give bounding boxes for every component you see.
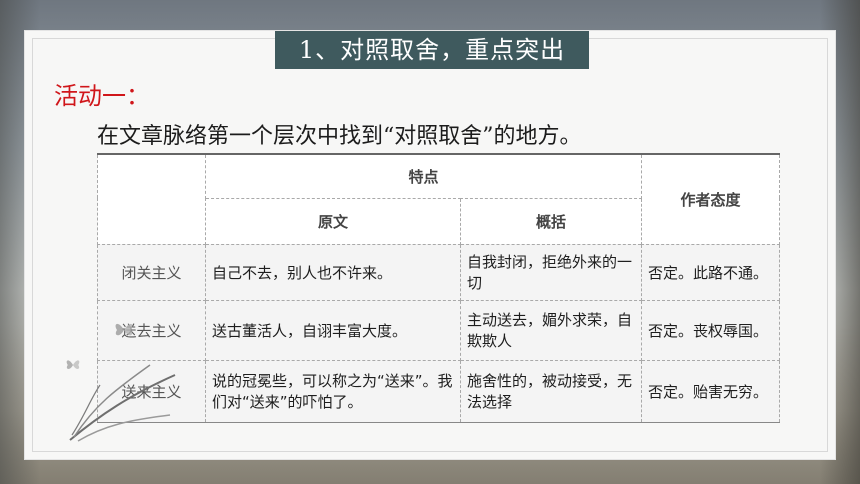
comparison-table: 特点 作者态度 原文 概括 闭关主义 自己不去，别人也不许来。 自我封闭，拒绝外…	[97, 153, 781, 423]
cell-summary: 主动送去，媚外求荣，自欺欺人	[459, 299, 643, 361]
table-row: 闭关主义 自己不去，别人也不许来。 自我封闭，拒绝外来的一切 否定。此路不通。	[97, 243, 781, 301]
corner-cell	[97, 153, 206, 245]
butterfly-icon	[66, 360, 80, 369]
activity-label: 活动一：	[54, 82, 150, 110]
cell-original: 送古董活人，自诩丰富大度。	[205, 299, 461, 361]
cell-attitude: 否定。丧权辱国。	[641, 299, 781, 361]
slide-title: 1、对照取舍，重点突出	[275, 31, 589, 69]
cell-attitude: 否定。贻害无穷。	[641, 359, 781, 423]
cell-attitude: 否定。此路不通。	[641, 243, 781, 301]
instruction-text: 在文章脉络第一个层次中找到“对照取舍”的地方。	[97, 124, 582, 149]
header-attitude: 作者态度	[641, 153, 781, 245]
cell-original: 说的冠冕些，可以称之为“送来”。我们对“送来”的吓怕了。	[205, 359, 461, 423]
table-row: 送去主义 送古董活人，自诩丰富大度。 主动送去，媚外求荣，自欺欺人 否定。丧权辱…	[97, 299, 781, 361]
table-row: 送来主义 说的冠冕些，可以称之为“送来”。我们对“送来”的吓怕了。 施舍性的，被…	[97, 359, 781, 423]
cell-original: 自己不去，别人也不许来。	[205, 243, 461, 301]
header-summary: 概括	[459, 197, 643, 245]
row-label: 闭关主义	[97, 243, 206, 301]
header-features: 特点	[204, 153, 643, 199]
header-original: 原文	[205, 197, 461, 245]
cell-summary: 施舍性的，被动接受，无法选择	[459, 359, 643, 423]
butterfly-icon	[115, 323, 133, 336]
cell-summary: 自我封闭，拒绝外来的一切	[459, 243, 643, 301]
